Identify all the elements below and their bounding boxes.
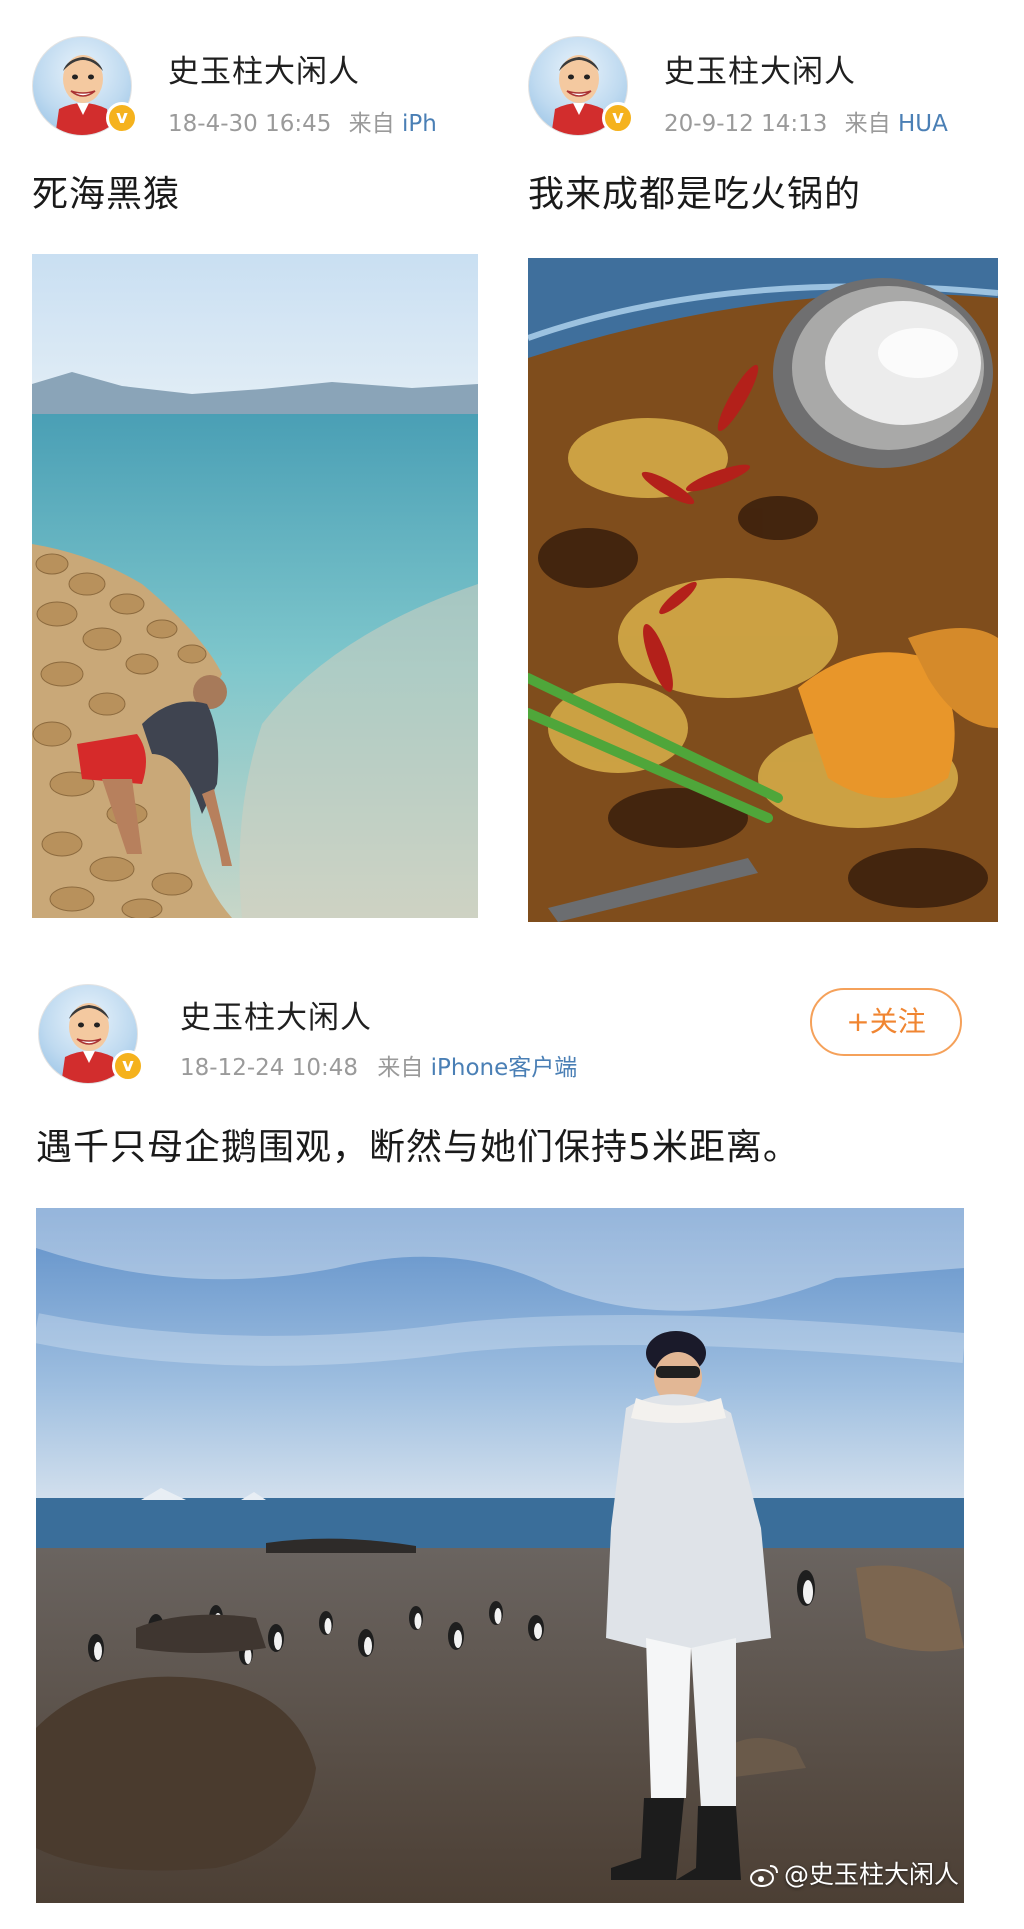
post-photo-dead-sea[interactable] xyxy=(32,254,478,918)
post-text: 遇千只母企鹅围观，断然与她们保持5米距离。 xyxy=(36,1127,800,1168)
post-meta: 18-12-24 10:48 来自 iPhone客户端 xyxy=(180,1048,780,1082)
source-prefix: 来自 xyxy=(348,111,395,137)
avatar[interactable]: v xyxy=(528,36,634,136)
source-link[interactable]: iPhone客户端 xyxy=(431,1055,578,1081)
post-meta: 20-9-12 14:13 来自 HUA xyxy=(664,104,1004,138)
source-prefix: 来自 xyxy=(377,1055,424,1081)
avatar[interactable]: v xyxy=(32,36,138,136)
source-link[interactable]: iPh xyxy=(402,111,437,137)
weibo-watermark: @史玉柱大闲人 xyxy=(750,1855,959,1891)
post-time: 18-12-24 10:48 xyxy=(180,1055,358,1081)
verified-badge-icon: v xyxy=(112,1050,144,1082)
post-text: 死海黑猿 xyxy=(32,174,181,215)
post-text: 我来成都是吃火锅的 xyxy=(528,174,862,215)
username[interactable]: 史玉柱大闲人 xyxy=(168,46,360,91)
post-photo-penguins[interactable] xyxy=(36,1208,964,1903)
follow-button[interactable]: +关注 xyxy=(810,988,962,1056)
source-prefix: 来自 xyxy=(844,111,891,137)
source-link[interactable]: HUA xyxy=(898,111,948,137)
weibo-logo-icon xyxy=(750,1865,778,1887)
post-time: 20-9-12 14:13 xyxy=(664,111,828,137)
watermark-text: @史玉柱大闲人 xyxy=(784,1860,960,1889)
post-time: 18-4-30 16:45 xyxy=(168,111,332,137)
username[interactable]: 史玉柱大闲人 xyxy=(664,46,856,91)
username[interactable]: 史玉柱大闲人 xyxy=(180,992,372,1037)
post-meta: 18-4-30 16:45 来自 iPh xyxy=(168,104,478,138)
post-photo-hotpot[interactable] xyxy=(528,258,998,922)
verified-badge-icon: v xyxy=(602,102,634,134)
avatar[interactable]: v xyxy=(38,984,144,1084)
verified-badge-icon: v xyxy=(106,102,138,134)
